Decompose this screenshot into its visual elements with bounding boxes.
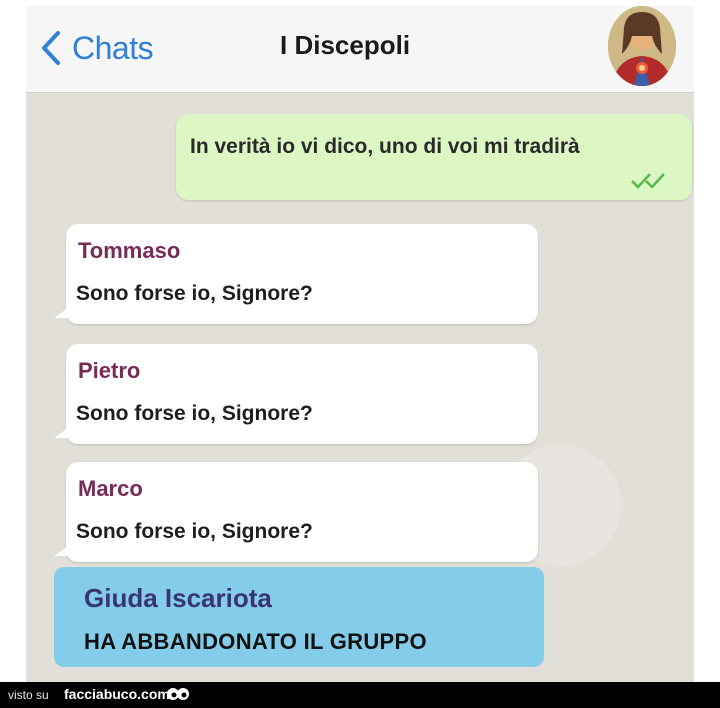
message-text: Sono forse io, Signore? — [76, 402, 313, 425]
back-button[interactable]: Chats — [38, 26, 154, 70]
incoming-message[interactable]: Pietro Sono forse io, Signore? — [54, 344, 538, 444]
status-text: HA ABBANDONATO IL GRUPPO — [84, 629, 427, 654]
watermark-bar: visto su facciabuco.com — [0, 682, 720, 708]
chevron-left-icon — [42, 31, 60, 65]
double-check-icon — [631, 173, 665, 189]
message-text: In verità io vi dico, uno di voi mi trad… — [190, 135, 580, 158]
bubble-tail — [54, 428, 68, 438]
site-link[interactable]: facciabuco.com — [64, 686, 170, 702]
back-label: Chats — [72, 29, 154, 66]
sender-name: Marco — [78, 476, 143, 501]
visto-label: visto su — [8, 688, 49, 702]
incoming-message[interactable]: Marco Sono forse io, Signore? — [54, 462, 538, 562]
bubble-tail — [54, 308, 68, 318]
message-text: Sono forse io, Signore? — [76, 520, 313, 543]
chat-title[interactable]: I Discepoli — [280, 30, 410, 61]
outgoing-message[interactable]: In verità io vi dico, uno di voi mi trad… — [176, 114, 692, 200]
bubble-tail — [54, 546, 68, 556]
sender-name: Pietro — [78, 358, 141, 383]
sender-name: Giuda Iscariota — [84, 583, 272, 613]
eyes-icon — [167, 688, 189, 700]
left-group-notice: Giuda Iscariota HA ABBANDONATO IL GRUPPO — [54, 567, 544, 667]
jesus-portrait-avatar-icon — [608, 6, 676, 86]
chat-header: Chats I Discepoli — [26, 6, 694, 93]
message-text: Sono forse io, Signore? — [76, 282, 313, 305]
chat-screen: Chats I Discepoli In verità io vi dico, … — [26, 6, 694, 682]
sender-name: Tommaso — [78, 238, 181, 263]
incoming-message[interactable]: Tommaso Sono forse io, Signore? — [54, 224, 538, 324]
avatar[interactable] — [608, 6, 676, 86]
